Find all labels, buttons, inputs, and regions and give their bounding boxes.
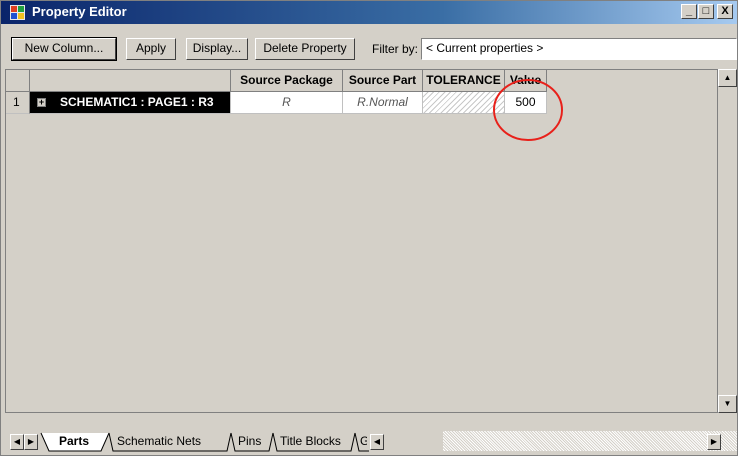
new-column-button[interactable]: New Column...: [11, 37, 117, 61]
tab-pins[interactable]: Pins: [238, 432, 261, 452]
tab-scroll-right-button[interactable]: ▶: [24, 434, 38, 450]
corner-header[interactable]: [6, 70, 30, 92]
column-header-source-package[interactable]: Source Package: [231, 70, 343, 92]
title-bar[interactable]: Property Editor _ □ X: [1, 1, 737, 24]
row-index-label: 1: [13, 95, 20, 109]
row-index[interactable]: 1: [6, 92, 30, 114]
apply-button[interactable]: Apply: [126, 38, 176, 60]
tab-parts[interactable]: Parts: [59, 432, 89, 452]
cell-source-part[interactable]: R.Normal: [343, 92, 423, 114]
close-button[interactable]: X: [717, 4, 733, 19]
delete-property-button[interactable]: Delete Property: [255, 38, 355, 60]
tab-scroll-left-button[interactable]: ◀: [10, 434, 24, 450]
tab-schematic-nets[interactable]: Schematic Nets: [117, 432, 201, 452]
arrow-down-icon: ▼: [723, 399, 732, 408]
hscroll-left-button[interactable]: ◀: [370, 434, 384, 450]
display-button[interactable]: Display...: [186, 38, 248, 60]
close-icon: X: [721, 5, 729, 17]
horizontal-scroll-track[interactable]: [443, 431, 737, 451]
maximize-button[interactable]: □: [698, 4, 714, 19]
sheet-tab-bar: ◀ ▶ Parts Schematic Nets Pins Title Bloc…: [1, 429, 737, 455]
tab-g[interactable]: G: [360, 432, 367, 452]
row-name: SCHEMATIC1 : PAGE1 : R3: [60, 95, 214, 109]
hscroll-right-button[interactable]: ▶: [707, 434, 721, 450]
arrow-left-icon: ◀: [373, 437, 381, 446]
annotation-circle: [493, 79, 563, 141]
tab-title-blocks[interactable]: Title Blocks: [280, 432, 341, 452]
expand-icon[interactable]: +: [37, 98, 46, 107]
column-header-source-part[interactable]: Source Part: [343, 70, 423, 92]
arrow-up-icon: ▲: [723, 73, 732, 82]
filter-dropdown[interactable]: < Current properties >: [421, 38, 737, 60]
table-row-name-cell[interactable]: + SCHEMATIC1 : PAGE1 : R3: [30, 92, 231, 114]
arrow-right-icon: ▶: [710, 437, 718, 446]
property-editor-window: Property Editor _ □ X New Column... Appl…: [0, 0, 738, 456]
app-icon: [10, 5, 25, 20]
toolbar: New Column... Apply Display... Delete Pr…: [1, 24, 737, 69]
scroll-down-button[interactable]: ▼: [718, 395, 737, 413]
minimize-icon: _: [685, 5, 693, 17]
arrow-left-icon: ◀: [13, 437, 21, 446]
filter-label: Filter by:: [372, 42, 419, 56]
arrow-right-icon: ▶: [27, 437, 35, 446]
window-title: Property Editor: [32, 4, 127, 19]
maximize-icon: □: [702, 5, 710, 17]
vertical-scrollbar[interactable]: ▲ ▼: [718, 69, 737, 413]
row-name-header: [30, 70, 231, 92]
property-grid[interactable]: Source Package Source Part TOLERANCE Val…: [5, 69, 718, 413]
minimize-button[interactable]: _: [681, 4, 697, 19]
scroll-up-button[interactable]: ▲: [718, 69, 737, 87]
cell-source-package[interactable]: R: [231, 92, 343, 114]
